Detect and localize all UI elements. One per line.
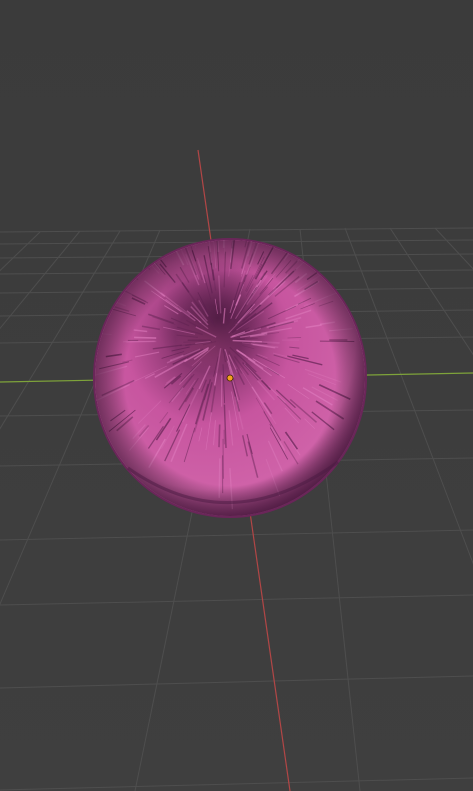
fur-strand [263,188,273,217]
fur-strand [253,223,257,236]
fur-strand [196,185,202,219]
fur-strand [189,240,197,241]
fur-strand [270,189,285,225]
fur-strand [299,240,327,262]
fur-strand [241,215,243,229]
fur-strand [121,241,151,270]
fur-strand [262,240,277,241]
fur-strand [182,177,191,214]
fur-strand [100,267,125,283]
fur-strand [180,213,184,224]
fur-strand [273,216,284,238]
fur-strand [188,215,192,229]
fur-strand [256,215,263,237]
fur-strand [123,247,147,269]
object-origin-icon [226,374,234,382]
viewport-canvas[interactable] [0,0,473,791]
fur-strand [286,219,298,239]
fur-strand [259,188,272,227]
3d-viewport[interactable] [0,0,473,791]
fur-strand [129,240,154,254]
fur-strand [106,256,139,281]
fur-strand [226,216,227,230]
fur-sphere-icon[interactable] [82,170,367,518]
fur-strand [142,242,158,261]
fur-strand [191,170,199,212]
fur-strand [144,240,153,247]
fur-strand [280,240,289,242]
fur-strand [212,204,214,228]
fur-strand [290,240,308,247]
fur-strand [196,240,204,241]
fur-strand [213,203,215,226]
